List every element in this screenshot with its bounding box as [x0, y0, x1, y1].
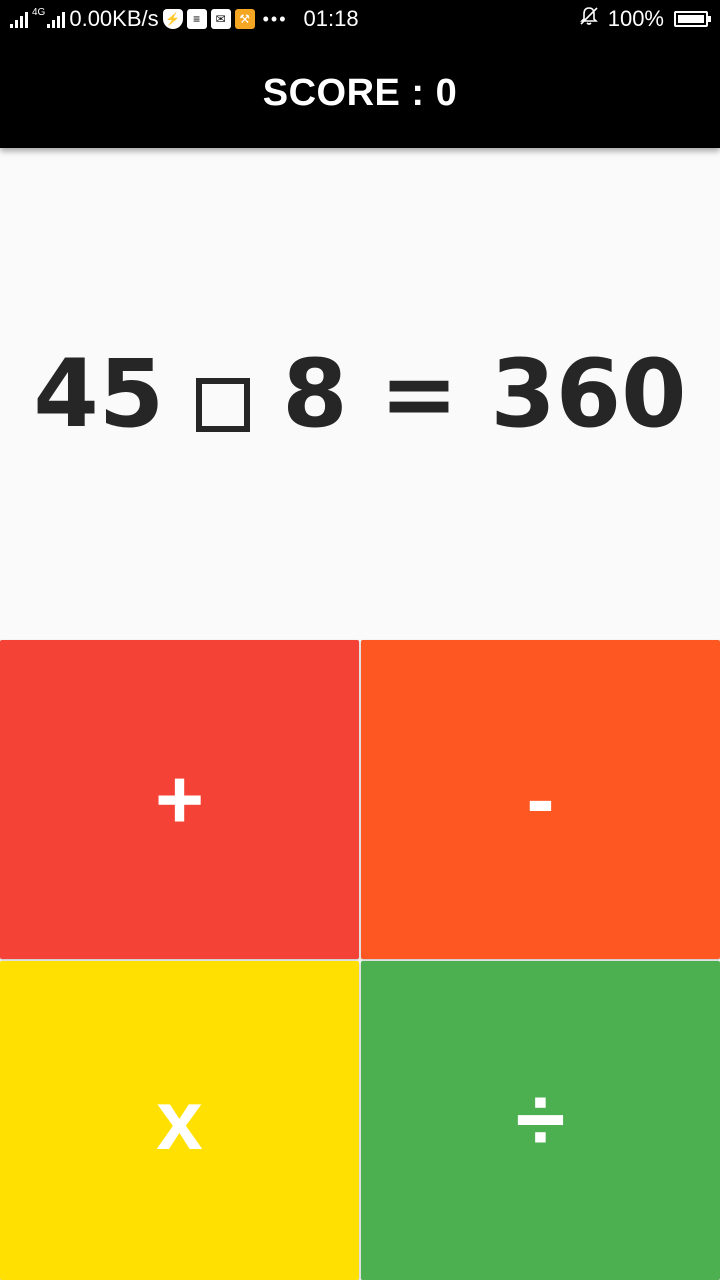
document-icon: ≡	[186, 9, 207, 29]
minus-button[interactable]: -	[361, 640, 720, 959]
left-operand: 45	[33, 339, 165, 449]
mail-icon: ✉	[210, 9, 231, 29]
network-speed: 0.00KB/s	[69, 6, 159, 31]
tool-icon: ⚒	[234, 9, 255, 29]
status-bar-right: 100%	[578, 0, 711, 38]
battery-percent: 100%	[607, 6, 664, 31]
equation: 45 8 = 360	[33, 340, 686, 449]
divide-button[interactable]: ÷	[361, 961, 720, 1280]
multiply-button[interactable]: x	[0, 961, 359, 1280]
operator-placeholder-box	[196, 378, 251, 432]
game-screen: 4G 0.00KB/s ⚡ ≡ ✉ ⚒ ••• 01:18 100% SCORE…	[0, 0, 720, 1280]
signal-icon	[47, 10, 66, 28]
score-label: SCORE : 0	[262, 71, 458, 114]
equals-sign: =	[379, 339, 459, 449]
plus-button[interactable]: +	[0, 640, 359, 959]
right-operand: 8	[282, 339, 348, 449]
status-bar: 4G 0.00KB/s ⚡ ≡ ✉ ⚒ ••• 01:18 100%	[0, 0, 720, 38]
app-bar: SCORE : 0	[0, 38, 720, 148]
result-value: 360	[490, 339, 687, 449]
battery-icon	[674, 11, 711, 27]
equation-area: 45 8 = 360	[0, 148, 720, 640]
network-type-label: 4G	[32, 7, 46, 18]
clock: 01:18	[303, 6, 359, 31]
signal-icon	[10, 10, 28, 28]
operator-buttons: + - x ÷	[0, 640, 720, 1280]
mute-bell-icon	[578, 5, 600, 33]
shield-icon: ⚡	[162, 9, 183, 29]
more-notifications-icon: •••	[262, 8, 288, 29]
status-bar-left: 4G 0.00KB/s ⚡ ≡ ✉ ⚒ ••• 01:18	[10, 0, 359, 38]
